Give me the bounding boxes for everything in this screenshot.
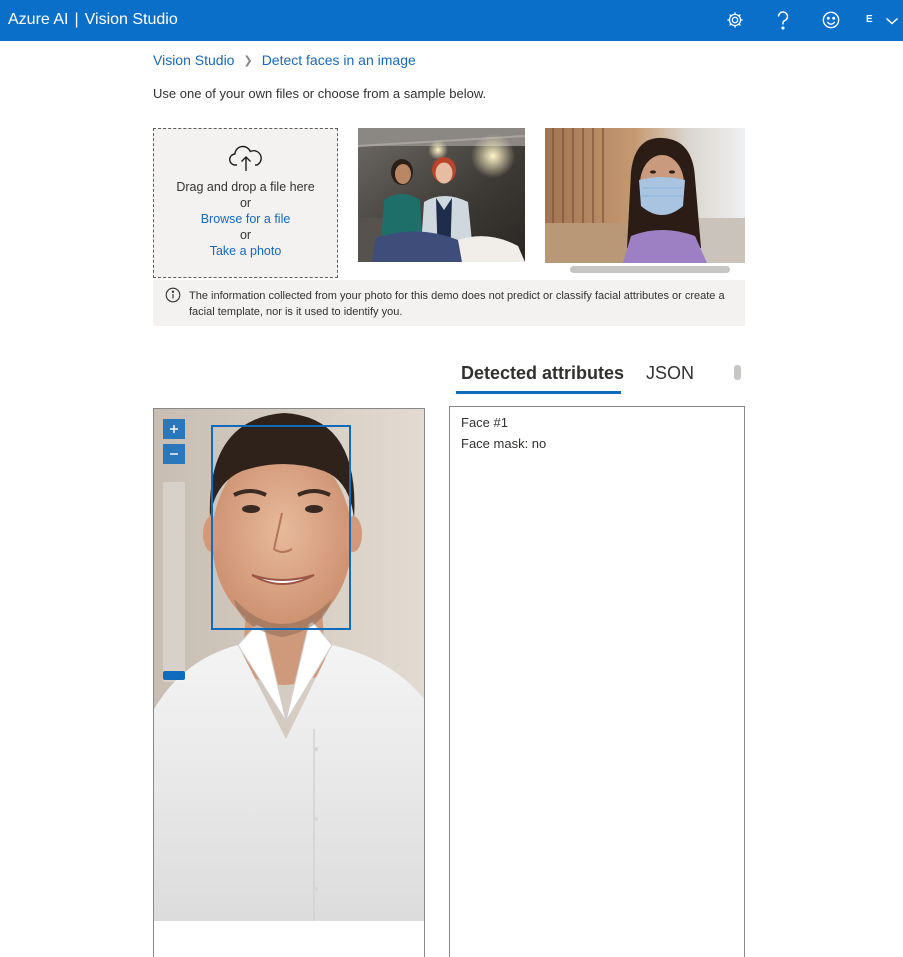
cloud-upload-icon [228,143,264,176]
or-text: or [239,228,252,242]
detected-attributes-panel: Face #1 Face mask: no [449,406,745,957]
image-viewer [153,408,425,957]
take-photo-link[interactable]: Take a photo [210,244,282,258]
face-bounding-box [211,425,351,630]
face-mask-attribute: Face mask: no [461,436,547,451]
zoom-slider-thumb[interactable] [163,671,185,680]
app-name: Vision Studio [84,11,178,28]
zoom-slider-track[interactable] [163,482,185,682]
chevron-right-icon: ❯ [243,55,253,67]
zoom-out-icon[interactable] [163,444,185,464]
brand-name: Azure AI [8,11,69,28]
or-text: or [239,196,252,210]
app-title[interactable]: Azure AI | Vision Studio [8,11,178,29]
zoom-in-icon[interactable] [163,419,185,439]
samples-scrollbar[interactable] [570,266,730,273]
face-label: Face #1 [461,415,508,430]
privacy-notice: The information collected from your phot… [153,280,745,326]
privacy-notice-text: The information collected from your phot… [189,290,725,318]
sample-image-1[interactable] [358,128,525,262]
account-initial[interactable]: E [866,14,873,25]
top-bar: Azure AI | Vision Studio E [0,0,903,41]
info-icon [165,287,181,306]
chevron-down-icon[interactable] [882,11,902,31]
tab-json[interactable]: JSON [646,363,694,384]
help-icon[interactable] [773,10,793,30]
brand-separator: | [74,11,79,28]
active-tab-indicator [456,391,621,394]
gear-icon[interactable] [725,10,745,30]
breadcrumb-root[interactable]: Vision Studio [153,52,234,68]
browse-file-link[interactable]: Browse for a file [201,212,291,226]
tab-detected-attributes[interactable]: Detected attributes [461,363,624,384]
upload-dropzone[interactable]: Drag and drop a file here or Browse for … [153,128,338,278]
tabs-scrollbar[interactable] [734,365,741,380]
sample-image-2[interactable] [545,128,745,263]
smiley-icon[interactable] [821,10,841,30]
intro-text: Use one of your own files or choose from… [153,86,487,101]
drag-drop-text: Drag and drop a file here [176,180,315,194]
breadcrumb-current[interactable]: Detect faces in an image [262,52,416,68]
breadcrumb: Vision Studio ❯ Detect faces in an image [153,52,416,68]
